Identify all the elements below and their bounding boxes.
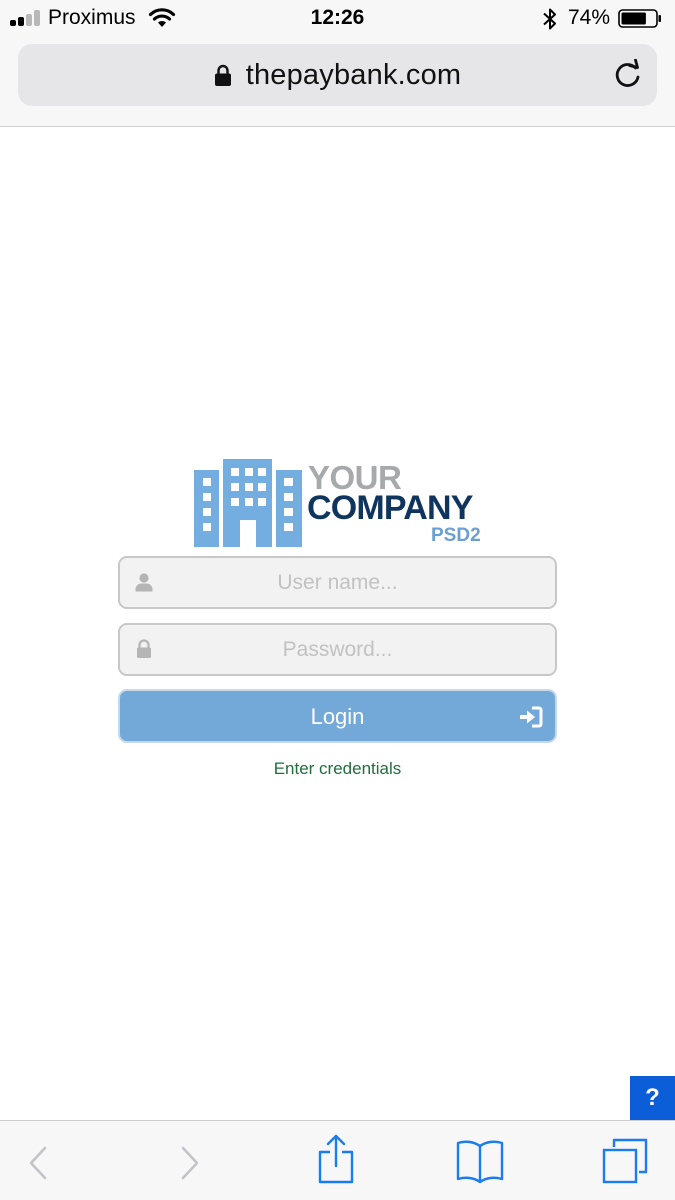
- sign-in-icon: [520, 706, 543, 728]
- status-bar: Proximus 12:26 74%: [0, 0, 675, 38]
- bluetooth-icon: [543, 8, 556, 30]
- battery-percent: 74%: [568, 6, 611, 29]
- lock-icon: [214, 64, 231, 86]
- password-field[interactable]: [118, 623, 557, 676]
- tabs-icon: [602, 1138, 648, 1184]
- browser-address-area: thepaybank.com: [0, 38, 675, 127]
- carrier-name: Proximus: [48, 6, 136, 29]
- url-text: thepaybank.com: [245, 58, 462, 91]
- logo-text-psd2: PSD2: [431, 525, 481, 546]
- back-button[interactable]: [0, 1121, 80, 1200]
- forward-icon: [181, 1146, 199, 1180]
- wifi-icon: [148, 8, 176, 27]
- reload-icon[interactable]: [613, 59, 643, 91]
- username-input[interactable]: [120, 558, 555, 607]
- bookmarks-button[interactable]: [440, 1121, 520, 1200]
- battery-icon: [618, 9, 661, 28]
- bookmarks-icon: [456, 1140, 504, 1184]
- login-button[interactable]: Login: [118, 689, 557, 743]
- back-icon: [29, 1146, 47, 1180]
- share-button[interactable]: [296, 1121, 376, 1200]
- signal-icon: [10, 10, 44, 26]
- help-button[interactable]: ?: [630, 1076, 675, 1121]
- tabs-button[interactable]: [585, 1121, 665, 1200]
- password-input[interactable]: [120, 625, 555, 674]
- browser-toolbar: [0, 1120, 675, 1200]
- login-button-label: Login: [310, 704, 365, 729]
- status-message: Enter credentials: [273, 759, 402, 778]
- address-bar[interactable]: thepaybank.com: [18, 44, 657, 106]
- forward-button[interactable]: [150, 1121, 230, 1200]
- username-field[interactable]: [118, 556, 557, 609]
- logo-text-company: COMPANY: [307, 489, 473, 527]
- building-icon: [194, 459, 302, 548]
- company-logo: YOUR COMPANY PSD2: [193, 456, 483, 548]
- share-icon: [318, 1134, 354, 1184]
- help-icon: ?: [645, 1084, 660, 1111]
